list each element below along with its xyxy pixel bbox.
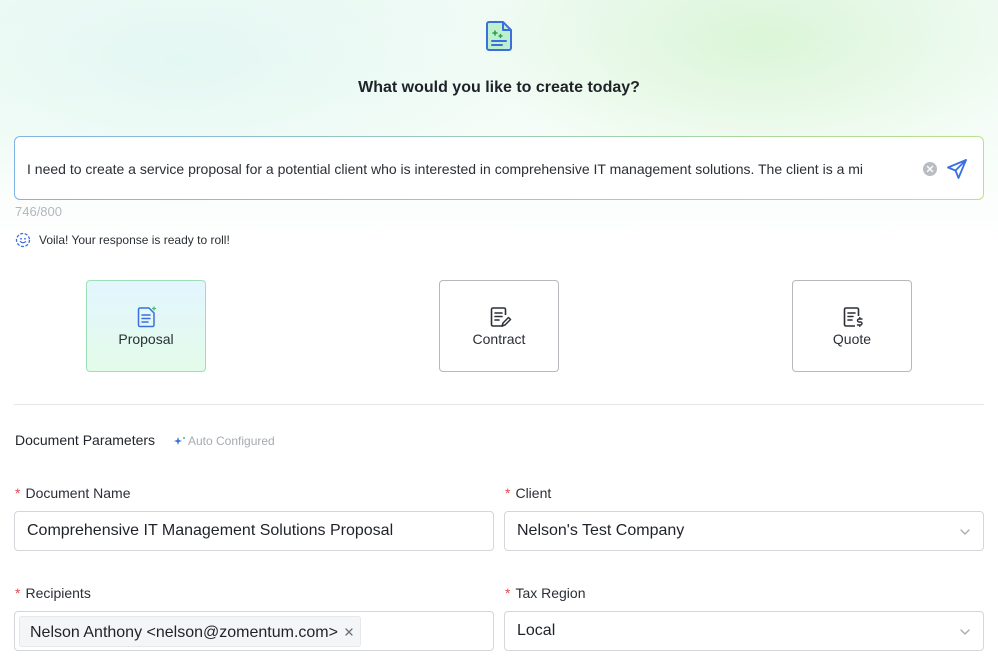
- prompt-input-box[interactable]: I need to create a service proposal for …: [14, 136, 984, 200]
- recipients-label-text: Recipients: [25, 585, 91, 601]
- required-marker: *: [505, 485, 511, 501]
- client-label-text: Client: [515, 485, 552, 501]
- required-marker: *: [505, 585, 511, 601]
- recipients-label: * Recipients: [15, 585, 91, 601]
- doc-type-quote[interactable]: Quote: [792, 280, 912, 372]
- document-name-label-text: Document Name: [25, 485, 131, 501]
- status-text: Voila! Your response is ready to roll!: [39, 233, 230, 247]
- document-name-label: * Document Name: [15, 485, 131, 501]
- doc-type-label: Proposal: [118, 331, 174, 347]
- tax-region-label-text: Tax Region: [515, 585, 586, 601]
- prompt-input[interactable]: I need to create a service proposal for …: [27, 160, 913, 178]
- page-title: What would you like to create today?: [358, 79, 640, 96]
- tax-region-select[interactable]: Local: [504, 611, 984, 651]
- chevron-down-icon[interactable]: [959, 526, 971, 538]
- recipient-tag: Nelson Anthony <nelson@zomentum.com>: [19, 616, 361, 647]
- smiley-icon: [15, 232, 31, 248]
- section-divider: [14, 404, 984, 405]
- auto-configured-badge: Auto Configured: [173, 434, 275, 448]
- required-marker: *: [15, 585, 21, 601]
- client-value: Nelson's Test Company: [517, 522, 685, 539]
- tax-region-label: * Tax Region: [505, 585, 586, 601]
- auto-configured-text: Auto Configured: [188, 434, 275, 448]
- clear-icon[interactable]: [923, 162, 937, 176]
- contract-icon: [490, 307, 512, 327]
- proposal-icon: [137, 306, 157, 328]
- client-label: * Client: [505, 485, 551, 501]
- character-count: 746/800: [15, 204, 62, 219]
- recipient-tag-text: Nelson Anthony <nelson@zomentum.com>: [30, 624, 338, 641]
- send-icon[interactable]: [945, 157, 969, 181]
- required-marker: *: [15, 485, 21, 501]
- document-name-field[interactable]: Comprehensive IT Management Solutions Pr…: [14, 511, 494, 551]
- quote-icon: [843, 307, 863, 328]
- recipients-field[interactable]: Nelson Anthony <nelson@zomentum.com>: [14, 611, 494, 651]
- tax-region-value: Local: [517, 622, 556, 639]
- document-ai-icon: [486, 21, 512, 51]
- sparkle-icon: [174, 437, 185, 445]
- client-select[interactable]: Nelson's Test Company: [504, 511, 984, 551]
- chevron-down-icon[interactable]: [959, 626, 971, 638]
- create-document-page: What would you like to create today? I n…: [0, 0, 998, 672]
- doc-type-label: Contract: [472, 331, 526, 347]
- close-icon[interactable]: [344, 627, 354, 637]
- status-message: Voila! Your response is ready to roll!: [15, 231, 230, 249]
- doc-type-contract[interactable]: Contract: [439, 280, 559, 372]
- document-name-value[interactable]: Comprehensive IT Management Solutions Pr…: [27, 522, 393, 540]
- parameters-title: Document Parameters: [15, 432, 156, 448]
- doc-type-label: Quote: [832, 331, 872, 347]
- doc-type-proposal[interactable]: Proposal: [86, 280, 206, 372]
